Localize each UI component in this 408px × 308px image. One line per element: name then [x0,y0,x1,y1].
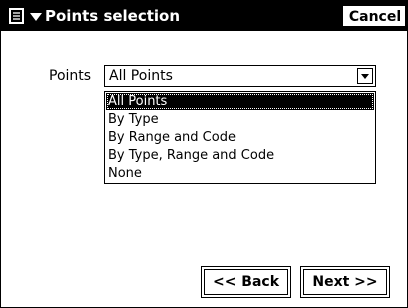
dropdown-option-by-range-and-code[interactable]: By Range and Code [106,129,374,146]
points-dropdown-list: All Points By Type By Range and Code By … [104,91,376,184]
dropdown-option-all-points[interactable]: All Points [106,93,374,110]
points-label: Points [49,68,92,84]
next-button[interactable]: Next >> [300,266,390,298]
points-dropdown-button[interactable] [357,68,373,84]
points-selection-window: Points selection Cancel Points All Point… [0,0,408,308]
cancel-button[interactable]: Cancel [342,5,406,27]
chevron-down-icon [361,74,369,79]
points-combobox[interactable]: All Points [104,65,376,87]
title-bar: Points selection Cancel [1,1,407,31]
window-title: Points selection [45,7,181,25]
points-combobox-value: All Points [109,68,173,84]
back-button[interactable]: << Back [201,266,291,298]
dropdown-option-none[interactable]: None [106,165,374,182]
dropdown-option-by-type-range-and-code[interactable]: By Type, Range and Code [106,147,374,164]
dropdown-option-by-type[interactable]: By Type [106,111,374,128]
menu-list-icon[interactable] [7,6,27,26]
menu-dropdown-arrow-icon[interactable] [30,13,42,21]
